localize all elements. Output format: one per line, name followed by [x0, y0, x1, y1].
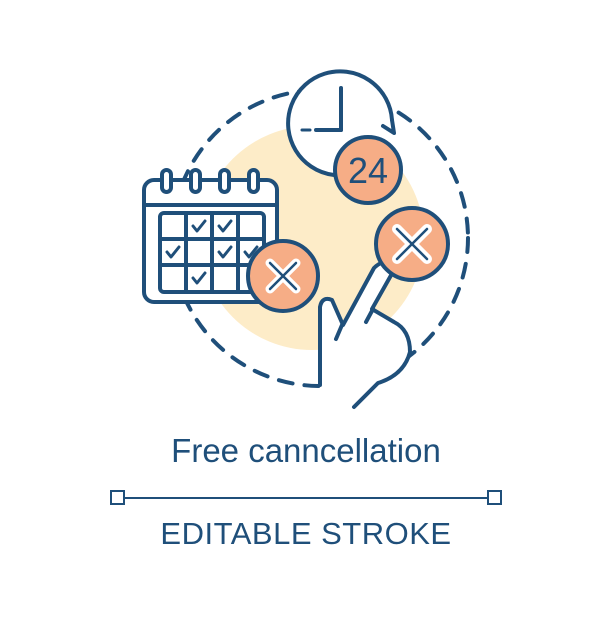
divider-right-handle [487, 490, 502, 505]
calendar-cancel-x-icon [246, 239, 320, 313]
cancel-x-icon [374, 206, 450, 282]
editable-stroke-label: EDITABLE STROKE [160, 516, 452, 551]
concept-title: Free canncellation [171, 432, 441, 469]
divider-left-handle [110, 490, 125, 505]
clock-badge-number: 24 [348, 150, 388, 191]
clock-24-badge: 24 [333, 135, 403, 205]
divider-line [110, 490, 502, 505]
illustration: 24 Free canncellation EDITABLE STROKE [0, 0, 612, 612]
